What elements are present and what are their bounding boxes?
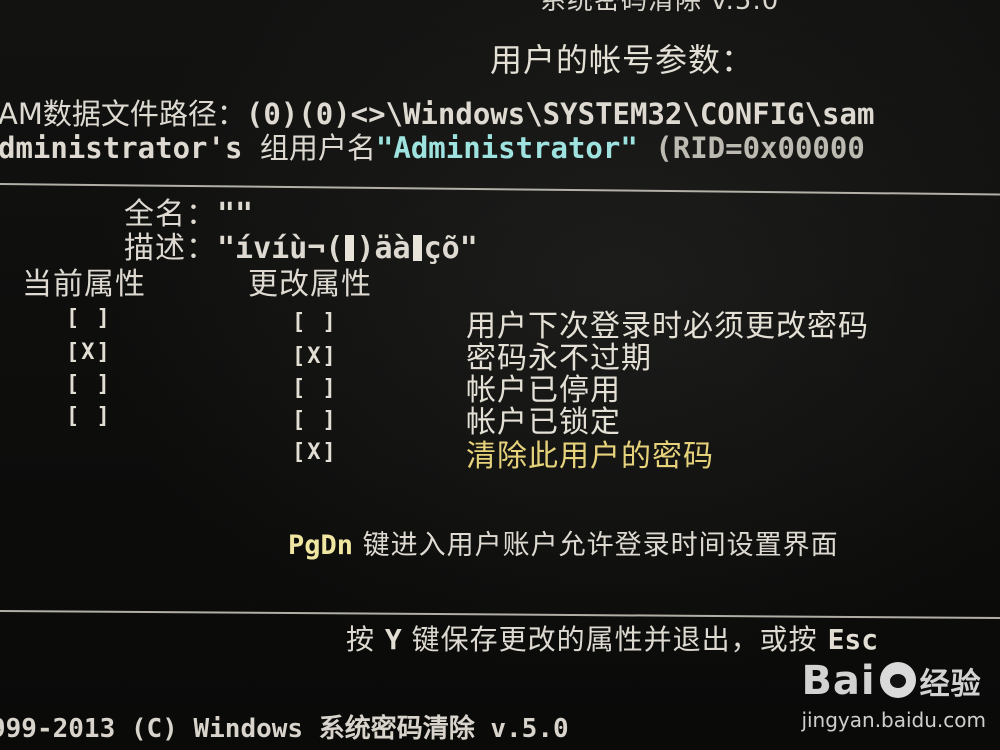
option-account-disabled[interactable]: 帐户已停用	[466, 376, 621, 406]
change-checkbox-never-expire[interactable]: [X]	[292, 344, 338, 369]
description-line: 描述："ívíù¬( )äà çõ"	[124, 234, 478, 264]
description-value-c: çõ"	[423, 231, 478, 266]
divider-bottom	[0, 610, 1000, 619]
pgdn-hint-text: 键进入用户账户允许登录时间设置界面	[353, 530, 839, 561]
account-parameters-heading: 用户的帐号参数：	[490, 41, 755, 79]
top-title: 系统密码清除 v.5.0	[540, 0, 780, 16]
current-checkbox-disabled: [ ]	[66, 372, 112, 397]
current-checkbox-must-change-password: [ ]	[66, 306, 112, 331]
save-hint-text-a: 按	[346, 623, 385, 656]
option-account-locked[interactable]: 帐户已锁定	[466, 408, 621, 438]
baidu-logo: Bai 经验	[801, 658, 986, 704]
change-checkbox-clear-password[interactable]: [X]	[292, 440, 338, 465]
sam-path-value: (0)(0)<>\Windows\SYSTEM32\CONFIG\sam	[245, 97, 875, 131]
watermark-url: jingyan.baidu.com	[801, 708, 986, 732]
user-prefix: dministrator's	[0, 131, 243, 165]
pgdn-key[interactable]: PgDn	[288, 530, 353, 561]
baidu-watermark: Bai 经验 jingyan.baidu.com	[801, 658, 986, 732]
change-attributes-header: 更改属性	[248, 267, 372, 302]
esc-key[interactable]: Esc	[828, 623, 879, 656]
baidu-logo-text: Bai	[801, 658, 876, 704]
description-label: 描述：	[124, 231, 217, 266]
dos-screen: 系统密码清除 v.5.0 用户的帐号参数： AM数据文件路径：(0)(0)<>\…	[0, 0, 1000, 750]
paw-icon	[879, 662, 916, 698]
save-hint: 按 Y 键保存更改的属性并退出，或按 Esc	[346, 626, 878, 654]
current-checkbox-locked: [ ]	[66, 404, 112, 429]
change-checkbox-must-change-password[interactable]: [ ]	[292, 310, 338, 335]
sam-path-label: AM数据文件路径：	[0, 97, 246, 131]
change-checkbox-disabled[interactable]: [ ]	[292, 376, 338, 401]
current-attributes-header: 当前属性	[22, 267, 146, 302]
text-cursor-block	[345, 235, 355, 261]
description-value-a: "ívíù¬(	[217, 231, 344, 266]
save-hint-text-b: 键保存更改的属性并退出，或按	[401, 623, 828, 656]
change-checkbox-locked[interactable]: [ ]	[292, 408, 338, 433]
option-password-never-expires[interactable]: 密码永不过期	[466, 344, 652, 374]
group-username-label: 组用户名	[259, 131, 376, 165]
full-name-line: 全名：""	[124, 200, 253, 230]
full-name-label: 全名：	[124, 197, 217, 232]
sam-path-line: AM数据文件路径：(0)(0)<>\Windows\SYSTEM32\CONFI…	[0, 100, 874, 129]
text-cursor-block-2	[412, 235, 422, 261]
username-value: "Administrator"	[375, 131, 638, 165]
rid-value: (RID=0x00000	[655, 131, 865, 165]
divider-top	[0, 183, 1000, 196]
y-key[interactable]: Y	[385, 623, 402, 656]
pgdn-hint: PgDn 键进入用户账户允许登录时间设置界面	[288, 532, 839, 559]
description-value-b: )äà	[356, 231, 411, 266]
option-clear-password[interactable]: 清除此用户的密码	[466, 442, 714, 472]
option-must-change-password[interactable]: 用户下次登录时必须更改密码	[466, 312, 869, 342]
full-name-value: ""	[217, 197, 254, 232]
current-checkbox-never-expire: [X]	[66, 340, 112, 365]
footer-copyright: 999-2013 (C) Windows 系统密码清除 v.5.0	[0, 714, 569, 744]
baidu-logo-jingyan: 经验	[919, 667, 982, 702]
user-group-line: dministrator's 组用户名"Administrator" (RID=…	[0, 134, 865, 163]
